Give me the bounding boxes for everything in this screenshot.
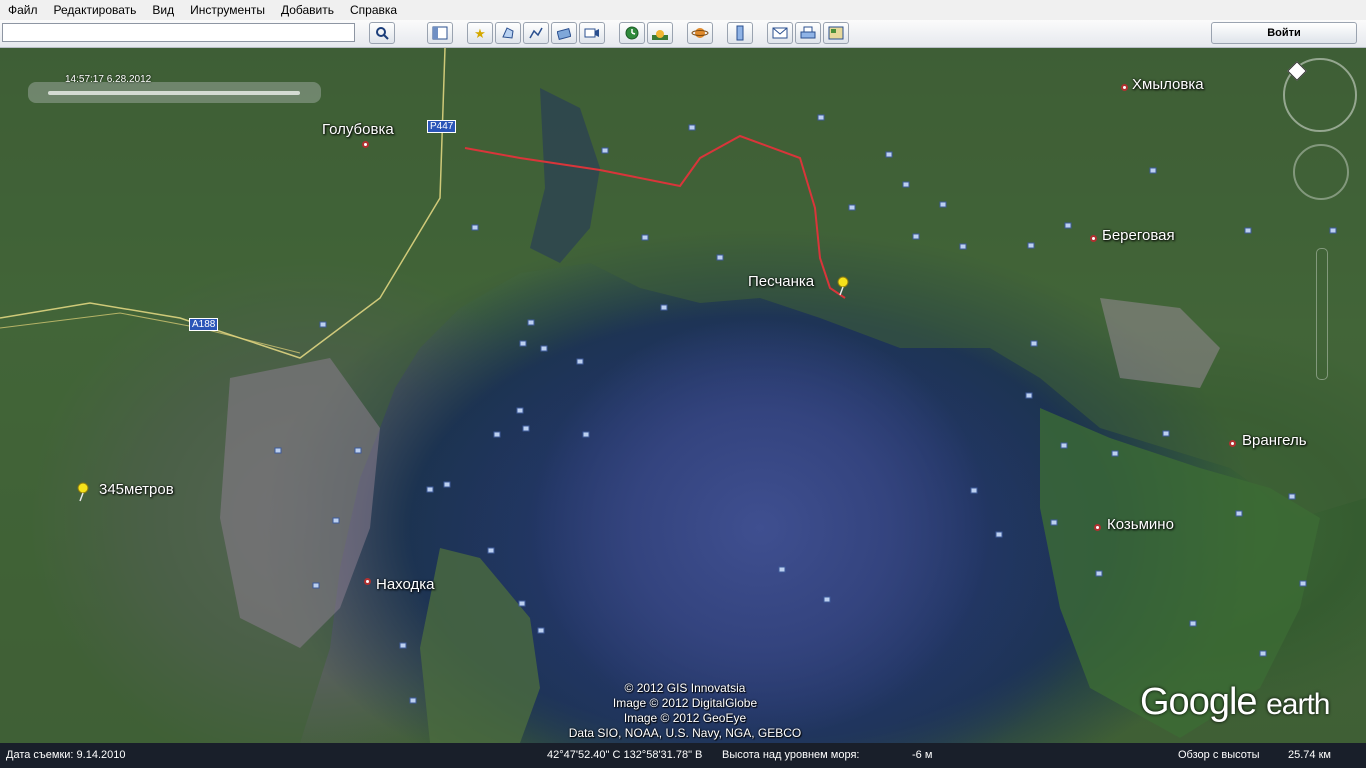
place-dot-beregovaya[interactable] [1090, 235, 1097, 242]
south-peninsula-shape [420, 548, 540, 743]
search-icon [375, 26, 389, 40]
planets-button[interactable] [687, 22, 713, 44]
print-button[interactable] [795, 22, 821, 44]
sun-icon [652, 26, 668, 40]
search-button[interactable] [369, 22, 395, 44]
logo-google: Google [1140, 681, 1258, 723]
menu-add[interactable]: Добавить [273, 0, 342, 20]
coordinates-readout: 42°47'52.40" С 132°58'31.78" В [547, 749, 703, 761]
toolbar: ★ Войти [0, 20, 1366, 48]
google-earth-logo: Google earth [1140, 681, 1331, 724]
menu-edit[interactable]: Редактировать [46, 0, 145, 20]
zoom-slider[interactable] [1316, 248, 1328, 380]
road-shield-r447: Р447 [427, 120, 457, 133]
sidebar-toggle-button[interactable] [427, 22, 453, 44]
record-tour-button[interactable] [579, 22, 605, 44]
credit-line-1: © 2012 GIS Innovatsia [624, 681, 746, 695]
place-dot-kozmino[interactable] [1094, 524, 1101, 531]
place-label-golubovka[interactable]: Голубовка [322, 121, 394, 138]
status-bar: Дата съемки: 9.14.2010 42°47'52.40" С 13… [0, 743, 1366, 768]
place-label-khmylovka[interactable]: Хмыловка [1132, 76, 1204, 93]
placemark-icon: ★ [474, 25, 486, 41]
print-icon [800, 26, 816, 40]
place-dot-khmylovka[interactable] [1121, 84, 1128, 91]
map-overlay [0, 48, 1366, 743]
place-dot-wrangel[interactable] [1229, 440, 1236, 447]
place-label-wrangel[interactable]: Врангель [1242, 432, 1307, 449]
placemark-pin-icon[interactable] [836, 276, 850, 299]
view-in-maps-icon [828, 26, 844, 40]
eye-altitude-value: 25.74 км [1288, 749, 1331, 761]
planets-icon [691, 26, 709, 40]
menu-bar: Файл Редактировать Вид Инструменты Добав… [0, 0, 1366, 21]
place-dot-golubovka[interactable] [362, 141, 369, 148]
add-image-overlay-button[interactable] [551, 22, 577, 44]
email-icon [772, 27, 788, 39]
menu-file[interactable]: Файл [0, 0, 46, 20]
time-slider-label: 14:57:17 6.28.2012 [65, 74, 152, 85]
record-tour-icon [584, 26, 600, 40]
ruler-icon [736, 25, 744, 41]
view-in-maps-button[interactable] [823, 22, 849, 44]
road-shield-a188: А188 [189, 318, 219, 331]
eye-altitude-label: Обзор с высоты [1178, 749, 1260, 761]
imagery-credits: © 2012 GIS Innovatsia Image © 2012 Digit… [555, 681, 815, 741]
placemark-label-345[interactable]: 345метров [99, 481, 174, 498]
path-icon [529, 26, 543, 40]
imagery-date: Дата съемки: 9.14.2010 [6, 749, 126, 761]
image-overlay-icon [557, 26, 571, 40]
elevation-label: Высота над уровнем моря: [722, 749, 860, 761]
login-button[interactable]: Войти [1211, 22, 1357, 44]
logo-earth: earth [1266, 688, 1330, 721]
placemark-345-pin-icon[interactable] [76, 482, 90, 505]
email-button[interactable] [767, 22, 793, 44]
polygon-icon [501, 26, 515, 40]
menu-help[interactable]: Справка [342, 0, 405, 20]
credit-line-2: Image © 2012 DigitalGlobe [612, 696, 758, 710]
sunlight-button[interactable] [647, 22, 673, 44]
menu-tools[interactable]: Инструменты [182, 0, 273, 20]
place-label-kozmino[interactable]: Козьмино [1107, 516, 1174, 533]
sidebar-toggle-icon [432, 26, 448, 40]
historical-imagery-icon [625, 26, 639, 40]
place-label-peschanka[interactable]: Песчанка [748, 273, 814, 290]
place-label-beregovaya[interactable]: Береговая [1102, 227, 1175, 244]
search-input[interactable] [2, 23, 355, 42]
move-joystick[interactable] [1293, 144, 1349, 200]
menu-view[interactable]: Вид [144, 0, 182, 20]
place-label-nakhodka[interactable]: Находка [376, 576, 435, 593]
time-slider-track[interactable] [48, 91, 300, 95]
historical-imagery-button[interactable] [619, 22, 645, 44]
ruler-button[interactable] [727, 22, 753, 44]
place-dot-nakhodka[interactable] [364, 578, 371, 585]
globe-view[interactable]: 14:57:17 6.28.2012 Голубовка Хмыловка Бе… [0, 48, 1366, 743]
add-placemark-button[interactable]: ★ [467, 22, 493, 44]
time-slider[interactable]: 14:57:17 6.28.2012 [28, 74, 321, 103]
add-path-button[interactable] [523, 22, 549, 44]
credit-line-3: Image © 2012 GeoEye [623, 711, 747, 725]
urban-area-shape [220, 358, 380, 648]
add-polygon-button[interactable] [495, 22, 521, 44]
credit-line-4: Data SIO, NOAA, U.S. Navy, NGA, GEBCO [568, 726, 802, 740]
elevation-value: -6 м [912, 749, 933, 761]
